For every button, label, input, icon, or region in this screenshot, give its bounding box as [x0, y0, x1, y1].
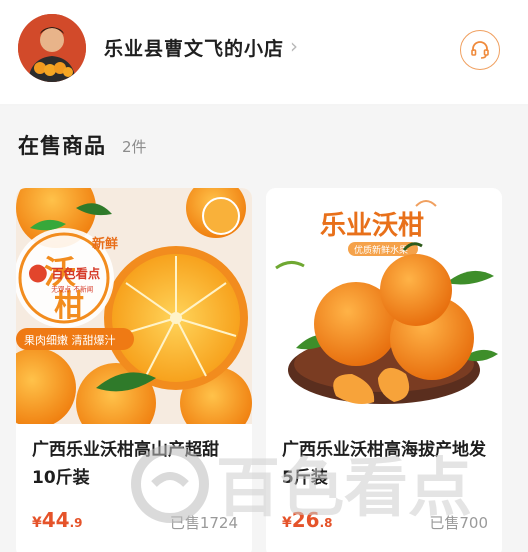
- section-title: 在售商品: [18, 134, 106, 158]
- product-price: ¥44.9: [32, 508, 83, 532]
- customer-service-button[interactable]: [460, 30, 500, 70]
- product-title[interactable]: 广西乐业沃柑高山产超甜10斤装: [32, 436, 242, 492]
- svg-text:百色看点: 百色看点: [51, 266, 100, 281]
- product-card[interactable]: 乐业沃柑 优质新鲜水果 广西乐业沃柑高海拔产地发5斤装 ¥26.8 已售700: [266, 188, 502, 552]
- product-title[interactable]: 广西乐业沃柑高海拔产地发5斤装: [282, 436, 492, 492]
- svg-text:优质新鲜水果: 优质新鲜水果: [354, 244, 408, 256]
- svg-text:新鲜: 新鲜: [92, 236, 118, 252]
- product-sold-count: 已售1724: [169, 514, 238, 532]
- headset-icon: [471, 41, 489, 59]
- store-name[interactable]: 乐业县曹文飞的小店: [104, 34, 284, 61]
- svg-text:果肉细嫩 清甜爆汁: 果肉细嫩 清甜爆汁: [24, 333, 116, 347]
- product-sold-count: 已售700: [429, 514, 488, 532]
- store-header: 乐业县曹文飞的小店 ›: [0, 0, 528, 104]
- product-count: 2件: [122, 138, 147, 156]
- product-card[interactable]: 新鲜 沃 柑 果肉细嫩 清甜爆汁 广西乐业沃柑高山产超甜10斤装 ¥44.9 已…: [16, 188, 252, 552]
- product-price: ¥26.8: [282, 508, 333, 532]
- store-avatar[interactable]: [18, 14, 86, 82]
- products-section: 在售商品 2件 新鲜 沃 柑 果肉细嫩 清甜爆汁 广西乐业沃柑高山产超甜10斤装…: [0, 106, 528, 552]
- product-image[interactable]: 新鲜 沃 柑 果肉细嫩 清甜爆汁: [16, 188, 252, 443]
- watermark-logo-small: 百色看点 无观点 不新闻: [29, 264, 100, 293]
- svg-text:无观点 不新闻: 无观点 不新闻: [51, 284, 93, 293]
- chevron-right-icon[interactable]: ›: [290, 34, 298, 58]
- svg-text:乐业沃柑: 乐业沃柑: [320, 211, 424, 241]
- product-image[interactable]: 乐业沃柑 优质新鲜水果: [266, 188, 502, 424]
